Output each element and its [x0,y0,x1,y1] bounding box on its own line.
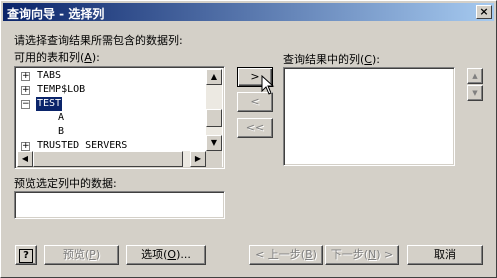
tree-item-label: TEMP$LOB [37,84,86,95]
scroll-corner [206,151,222,167]
tree-table-item[interactable]: + TEMP$LOB [19,83,205,97]
expand-icon[interactable]: + [21,86,30,95]
scroll-up-icon[interactable]: ▲ [206,69,222,85]
tree-horizontal-scrollbar[interactable]: ◀ ▶ [17,151,206,167]
tree-column-item[interactable]: A [19,111,205,125]
move-up-button[interactable]: ▲ [467,68,483,84]
mouse-cursor-icon [261,75,275,95]
tree-item-label: A [58,112,65,123]
move-down-button[interactable]: ▼ [467,85,483,101]
tree-vertical-scrollbar[interactable]: ▲ ▼ [206,69,222,151]
tree-table-item[interactable]: − TEST [19,96,205,112]
scroll-h-thumb[interactable] [33,151,183,167]
scroll-down-icon[interactable]: ▼ [206,135,222,151]
next-button[interactable]: 下一步(N) > [325,245,399,265]
preview-label: 预览选定列中的数据: [14,177,117,190]
scroll-left-icon[interactable]: ◀ [17,151,33,167]
help-icon: ? [19,249,33,263]
preview-data-box [14,191,225,219]
tree-item-label: TEST [34,96,64,112]
query-wizard-window: 查询向导 - 选择列 × 请选择查询结果所需包含的数据列: 可用的表和列(A):… [0,0,497,278]
tree-table-item[interactable]: + TABS [19,69,205,83]
options-button[interactable]: 选项(O)... [126,245,206,265]
scroll-right-icon[interactable]: ▶ [190,151,206,167]
instructions-text: 请选择查询结果所需包含的数据列: [14,34,183,47]
result-label: 查询结果中的列(C): [283,53,380,66]
available-label: 可用的表和列(A): [14,51,100,64]
tree-item-label: B [58,126,65,137]
help-button[interactable]: ? [15,245,37,265]
tree-table-item[interactable]: + TRUSTED SERVERS [19,139,205,151]
tree-item-label: TABS [37,70,62,81]
expand-icon[interactable]: + [21,142,30,151]
title-bar[interactable]: 查询向导 - 选择列 × [3,3,494,21]
back-button[interactable]: < 上一步(B) [249,245,323,265]
scroll-thumb[interactable] [206,109,222,127]
remove-column-button[interactable]: < [237,92,273,112]
available-tree[interactable]: + TABS + TEMP$LOB − TEST A B + TRUSTED SERVERS ▲ … [14,66,225,169]
collapse-icon[interactable]: − [21,100,30,109]
tree-item-label: TRUSTED SERVERS [37,140,128,151]
expand-icon[interactable]: + [21,72,30,81]
preview-button[interactable]: 预览(P) [44,245,119,265]
cancel-button[interactable]: 取消 [407,245,483,265]
remove-all-button[interactable]: << [237,118,273,138]
window-title: 查询向导 - 选择列 [7,7,105,21]
tree-items: + TABS + TEMP$LOB − TEST A B + TRUSTED SERVERS [19,69,205,151]
tree-column-item[interactable]: B [19,125,205,139]
result-columns-list[interactable] [283,67,455,166]
close-icon[interactable]: × [476,5,492,19]
